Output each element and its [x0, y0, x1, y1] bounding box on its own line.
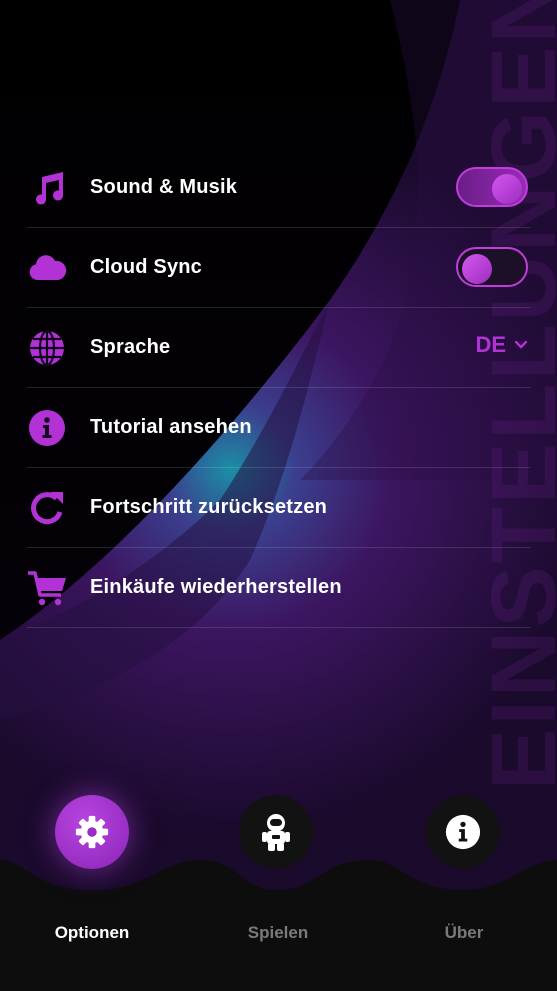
cart-icon — [27, 568, 67, 608]
cloud-sync-toggle[interactable] — [456, 247, 528, 287]
sound-toggle[interactable] — [456, 167, 528, 207]
music-note-icon — [27, 168, 67, 208]
astronaut-icon — [262, 814, 290, 851]
setting-label: Tutorial ansehen — [90, 416, 252, 438]
setting-row-tutorial[interactable]: Tutorial ansehen — [27, 388, 530, 468]
language-value: DE — [475, 332, 506, 357]
gear-icon — [75, 815, 109, 849]
setting-label: Fortschritt zurücksetzen — [90, 496, 328, 518]
toggle-knob — [462, 254, 492, 284]
setting-row-cloud-sync: Cloud Sync — [27, 228, 530, 308]
setting-row-language: Sprache DE — [27, 308, 530, 388]
globe-icon — [27, 328, 67, 368]
language-dropdown[interactable]: DE — [475, 332, 528, 358]
toggle-knob — [492, 174, 522, 204]
setting-row-sound: Sound & Musik — [27, 148, 530, 228]
reset-icon — [27, 488, 67, 528]
nav-label-options[interactable]: Optionen — [22, 923, 162, 943]
setting-row-reset-progress[interactable]: Fortschritt zurücksetzen — [27, 468, 530, 548]
nav-about-button[interactable] — [426, 795, 500, 869]
nav-label-play[interactable]: Spielen — [208, 923, 348, 943]
nav-label-about[interactable]: Über — [394, 923, 534, 943]
info-icon — [27, 408, 67, 448]
setting-label: Sound & Musik — [90, 176, 238, 198]
setting-row-restore-purchases[interactable]: Einkäufe wiederherstellen — [27, 548, 530, 628]
nav-options-button[interactable] — [55, 795, 129, 869]
setting-label: Cloud Sync — [90, 256, 203, 278]
nav-play-button[interactable] — [239, 795, 313, 869]
setting-label: Einkäufe wiederherstellen — [90, 576, 342, 598]
cloud-icon — [27, 248, 67, 288]
info-icon — [445, 814, 481, 850]
chevron-down-icon — [514, 340, 528, 349]
settings-list: Sound & Musik Cloud Sync Sprache DE Tuto… — [27, 148, 530, 628]
setting-label: Sprache — [90, 336, 171, 358]
